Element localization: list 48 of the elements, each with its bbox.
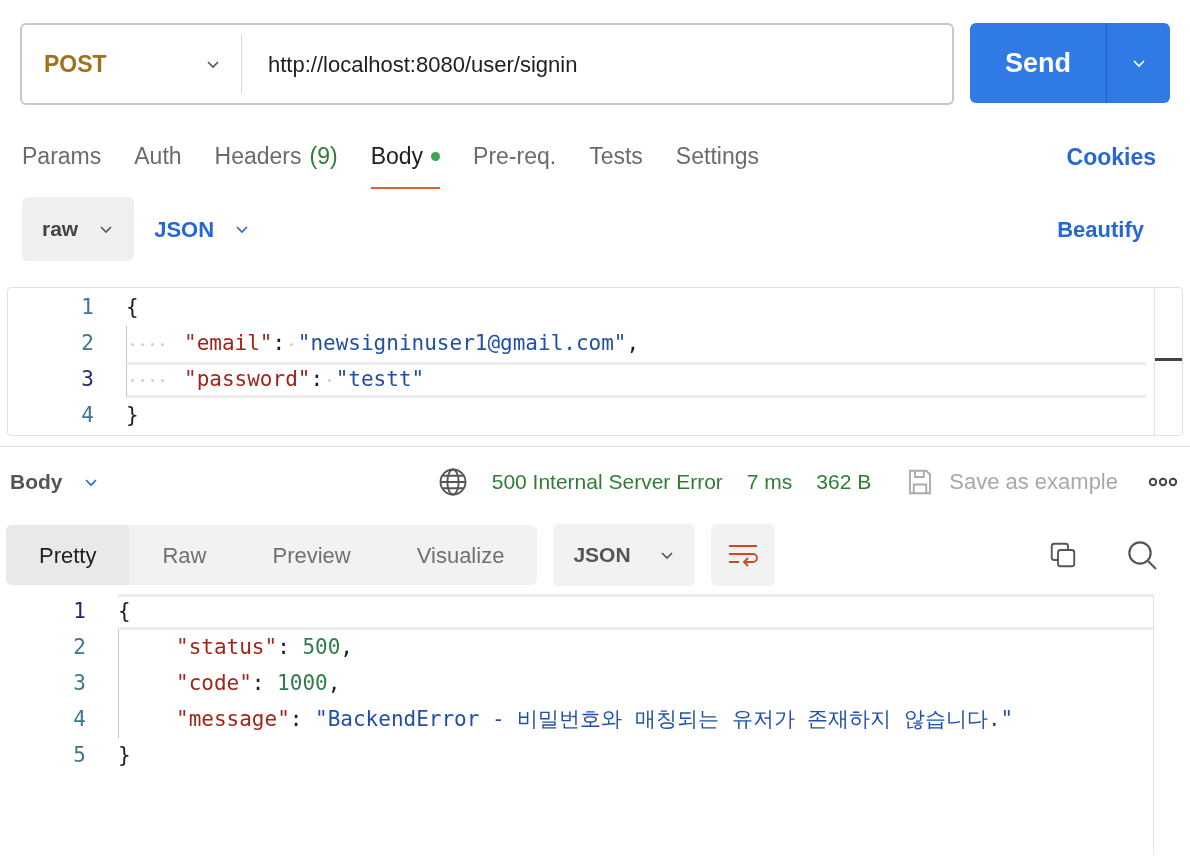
code-line: { bbox=[118, 598, 131, 626]
response-status: 500 Internal Server Error bbox=[491, 468, 723, 495]
view-tab[interactable]: Preview bbox=[239, 525, 384, 585]
request-tab[interactable]: Tests bbox=[589, 125, 643, 189]
view-tab[interactable]: Pretty bbox=[6, 525, 130, 585]
response-time: 7 ms bbox=[746, 468, 793, 495]
response-size: 362 B bbox=[816, 468, 872, 495]
request-tab[interactable]: Body bbox=[370, 125, 441, 189]
search-icon[interactable] bbox=[1126, 539, 1158, 571]
view-tab[interactable]: Visualize bbox=[383, 525, 538, 585]
line-number: 1 bbox=[80, 294, 94, 322]
code-line: "code": 1000, bbox=[176, 670, 341, 698]
wrap-lines-icon bbox=[726, 543, 759, 567]
code-line: "status": 500, bbox=[176, 634, 353, 662]
code-line: } bbox=[126, 402, 139, 430]
format-dropdown[interactable]: JSON bbox=[553, 524, 695, 586]
send-button[interactable]: Send bbox=[970, 23, 1106, 103]
response-body-dropdown[interactable]: Body bbox=[10, 465, 99, 498]
copy-icon[interactable] bbox=[1048, 540, 1078, 570]
language-dropdown[interactable]: JSON bbox=[154, 212, 251, 246]
globe-icon bbox=[437, 466, 468, 497]
wrap-lines-button[interactable] bbox=[710, 524, 775, 586]
line-number: 5 bbox=[72, 742, 86, 770]
more-icon bbox=[1148, 476, 1178, 487]
line-number: 3 bbox=[80, 366, 94, 394]
request-tab[interactable]: Settings bbox=[675, 125, 759, 189]
view-tab[interactable]: Raw bbox=[129, 525, 240, 585]
line-number: 3 bbox=[72, 670, 86, 698]
code-line: "email": "newsigninuser1@gmail.com", bbox=[184, 330, 640, 358]
code-line: "password": "testt" bbox=[184, 366, 425, 394]
line-number: 2 bbox=[80, 330, 94, 358]
request-tab[interactable]: Pre-req. bbox=[473, 125, 557, 189]
line-number: 4 bbox=[80, 402, 94, 430]
line-number: 2 bbox=[72, 634, 86, 662]
request-tab[interactable]: Headers (9) bbox=[214, 125, 338, 189]
beautify-link[interactable]: Beautify bbox=[1057, 212, 1144, 246]
request-tab[interactable]: Params bbox=[22, 125, 102, 189]
request-body-editor[interactable]: 1 { 2 "email": "newsigninuser1@gmail.com", 3 "password": "testt" 4 } bbox=[7, 287, 1183, 436]
code-line: "message": "BackendError - 비밀번호와 매칭되는 유저가 존재하지 않습니다." bbox=[176, 706, 1014, 734]
url-bar[interactable]: POST http://localhost:8080/user/signin bbox=[20, 23, 954, 105]
request-tab[interactable]: Auth bbox=[134, 125, 182, 189]
method-dropdown[interactable]: POST bbox=[22, 34, 242, 94]
code-line: { bbox=[126, 294, 139, 322]
line-number: 1 bbox=[72, 598, 86, 626]
body-mode-dropdown[interactable]: raw bbox=[22, 197, 135, 261]
line-number: 4 bbox=[72, 706, 86, 734]
code-line: } bbox=[118, 742, 131, 770]
cookies-link[interactable]: Cookies bbox=[1066, 139, 1156, 175]
